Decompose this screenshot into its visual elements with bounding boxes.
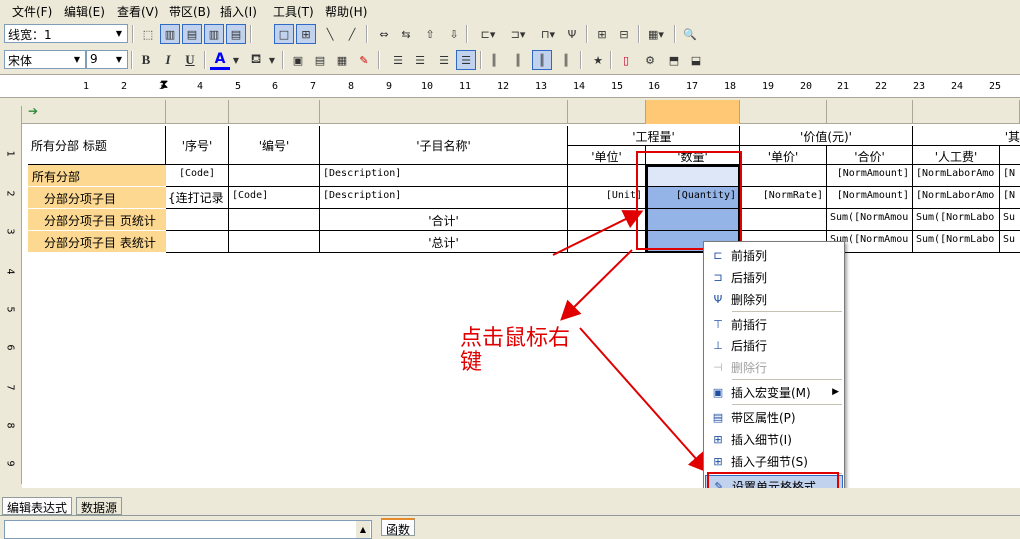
tab-divider — [0, 515, 1020, 516]
menu-item-label: 插入子细节(S) — [731, 454, 808, 469]
menu-separator — [732, 379, 842, 380]
tab-functions[interactable]: 函数 — [381, 518, 416, 537]
menu-item-insert-detail[interactable]: ⊞ 插入细节(I) — [705, 428, 843, 450]
annotation-text-line2: 键 — [460, 350, 483, 375]
menu-separator — [732, 404, 842, 405]
menu-item-label: 前插行 — [731, 317, 768, 332]
context-menu: ⊏ 前插列 ⊐ 后插列 Ψ 删除列 ⊤ 前插行 ⊥ 后插行 ⊣ 删除行 ▣ 插入宏变量(M) ▶… — [703, 241, 845, 500]
insert-row-before-icon: ⊤ — [713, 317, 723, 331]
menu-item-insert-row-before[interactable]: ⊤ 前插行 — [705, 313, 843, 335]
menu-item-label: 删除行 — [731, 360, 768, 375]
insert-column-after-icon: ⊐ — [713, 270, 723, 284]
insert-column-before-icon: ⊏ — [713, 248, 723, 262]
menu-item-insert-subdetail[interactable]: ⊞ 插入子细节(S) — [705, 450, 843, 472]
menu-item-label: 前插列 — [731, 248, 768, 263]
arrow-to-cell — [552, 210, 644, 256]
menu-item-delete-column[interactable]: Ψ 删除列 — [705, 288, 843, 310]
menu-item-insert-column-after[interactable]: ⊐ 后插列 — [705, 266, 843, 288]
menu-item-label: 插入宏变量(M) — [731, 385, 811, 400]
arrow-to-label — [560, 249, 633, 321]
tab-expression[interactable]: 编辑表达式 — [2, 497, 73, 515]
delete-row-icon: ⊣ — [713, 360, 723, 374]
bottom-panel: 编辑表达式 数据源 ▲ 函数 — [0, 488, 1020, 539]
menu-item-delete-row: ⊣ 删除行 — [705, 356, 843, 378]
macro-variable-icon: ▣ — [712, 385, 724, 399]
insert-row-after-icon: ⊥ — [713, 338, 723, 352]
expression-input[interactable] — [4, 520, 372, 539]
arrow-to-menu-item — [579, 327, 709, 473]
delete-column-icon: Ψ — [713, 292, 723, 306]
menu-item-label: 后插列 — [731, 270, 768, 285]
menu-item-label: 插入细节(I) — [731, 432, 792, 447]
tab-datasource[interactable]: 数据源 — [76, 497, 123, 515]
menu-item-insert-column-before[interactable]: ⊏ 前插列 — [705, 244, 843, 266]
menu-item-label: 后插行 — [731, 338, 768, 353]
menu-separator — [732, 311, 842, 312]
band-properties-icon: ▤ — [712, 410, 724, 424]
menu-item-label: 带区属性(P) — [731, 410, 796, 425]
menu-item-insert-row-after[interactable]: ⊥ 后插行 — [705, 334, 843, 356]
menu-item-label: 删除列 — [731, 292, 768, 307]
menu-item-macro-variable[interactable]: ▣ 插入宏变量(M) ▶ — [705, 381, 843, 403]
scroll-up-icon[interactable]: ▲ — [356, 521, 370, 538]
submenu-arrow-icon: ▶ — [832, 387, 839, 397]
insert-detail-icon: ⊞ — [713, 432, 723, 446]
annotation-arrows — [552, 210, 709, 473]
menu-item-band-properties[interactable]: ▤ 带区属性(P) — [705, 406, 843, 428]
insert-subdetail-icon: ⊞ — [713, 454, 723, 468]
